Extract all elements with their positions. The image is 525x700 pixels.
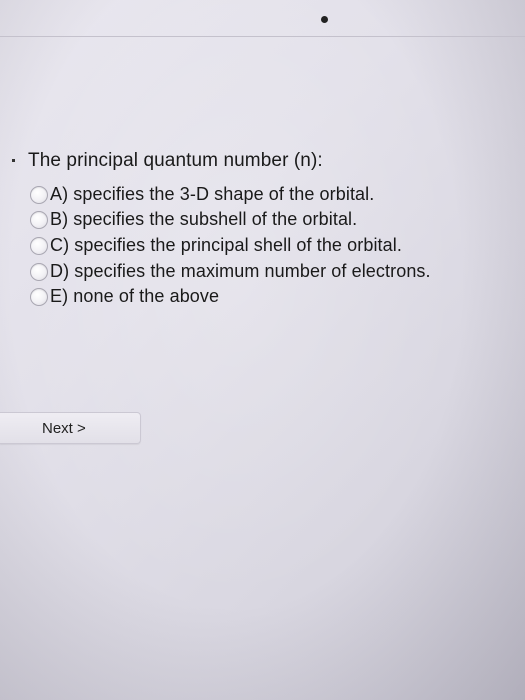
radio-button-icon[interactable] [30, 210, 48, 229]
radio-button-icon[interactable] [30, 262, 48, 281]
header-divider [0, 36, 525, 37]
photo-vignette [0, 0, 525, 700]
radio-button-icon[interactable] [30, 185, 48, 204]
option-d-label: D) specifies the maximum number of elect… [50, 261, 431, 281]
bullet-icon [12, 159, 15, 162]
dot-icon [321, 16, 328, 23]
option-a-label: A) specifies the 3-D shape of the orbita… [50, 184, 375, 204]
next-button-label: Next > [42, 420, 86, 437]
next-button[interactable]: Next > [0, 412, 141, 444]
radio-button-icon[interactable] [30, 287, 48, 306]
option-a[interactable]: A) specifies the 3-D shape of the orbita… [30, 184, 374, 205]
option-c[interactable]: C) specifies the principal shell of the … [30, 235, 402, 256]
radio-button-icon[interactable] [30, 236, 48, 255]
option-b-label: B) specifies the subshell of the orbital… [50, 209, 358, 229]
option-d[interactable]: D) specifies the maximum number of elect… [30, 261, 431, 282]
option-b[interactable]: B) specifies the subshell of the orbital… [30, 209, 357, 230]
question-text: The principal quantum number (n): [28, 150, 323, 171]
option-c-label: C) specifies the principal shell of the … [50, 235, 402, 255]
option-e-label: E) none of the above [50, 286, 220, 306]
option-e[interactable]: E) none of the above [30, 286, 219, 307]
